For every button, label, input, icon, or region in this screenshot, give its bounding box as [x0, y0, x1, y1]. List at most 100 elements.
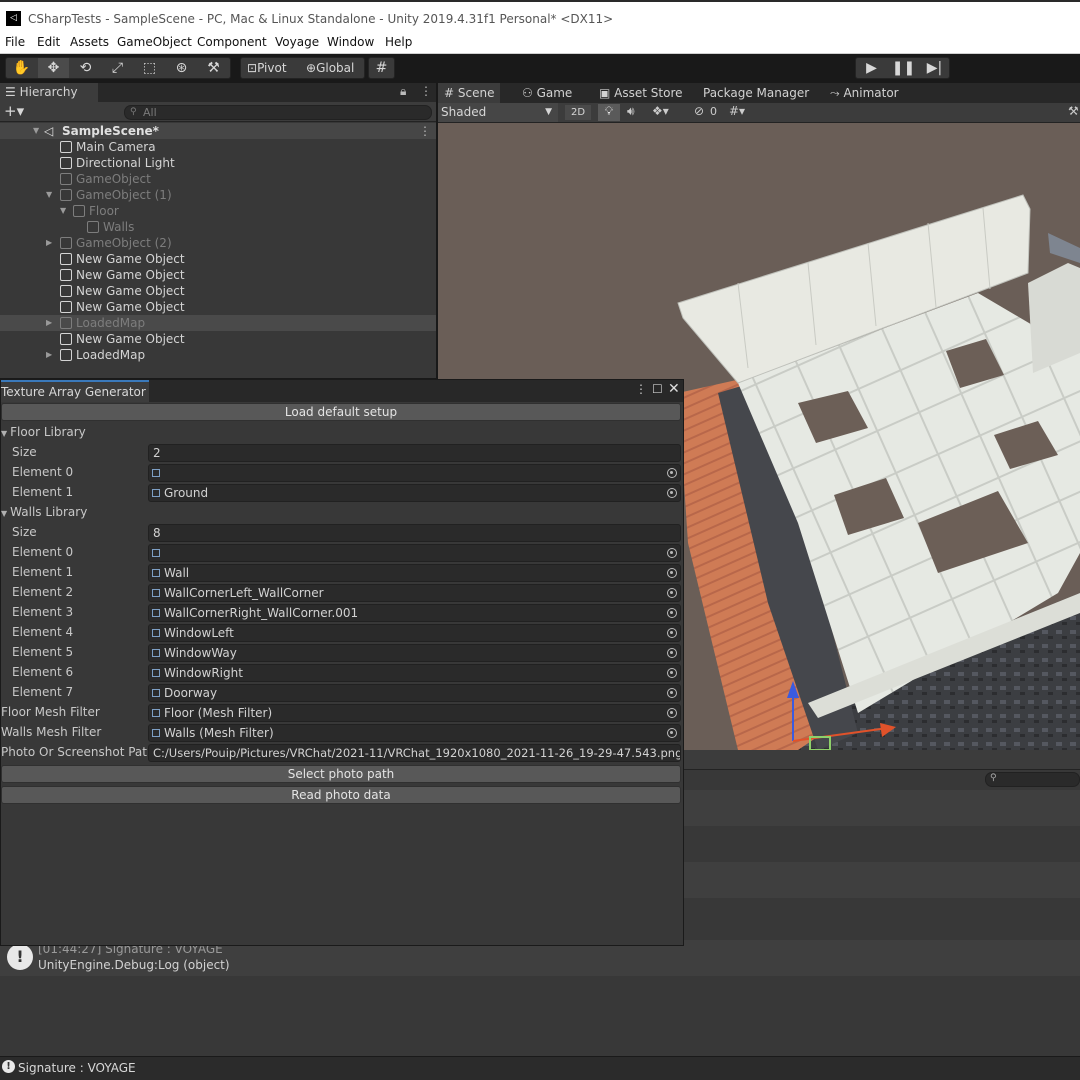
pivot-toggle[interactable]: ⊡Pivot — [247, 58, 287, 78]
play-button-icon[interactable]: ▶ — [856, 58, 887, 78]
lock-icon[interactable]: 🔒︎ — [400, 84, 406, 99]
rotate-tool-icon[interactable]: ⟲ — [70, 58, 101, 78]
hierarchy-item[interactable]: New Game Object — [0, 331, 436, 347]
more-icon[interactable]: ⋮ — [420, 84, 432, 98]
hand-tool-icon[interactable]: ✋ — [6, 58, 37, 78]
object-picker-icon[interactable] — [667, 488, 677, 498]
menu-help[interactable]: Help — [385, 35, 412, 49]
hierarchy-item[interactable]: ▼ Floor — [0, 203, 436, 219]
walls-element-field[interactable]: WindowRight — [148, 664, 681, 682]
scene-header-row[interactable]: ▼ ◁ SampleScene* ⋮ — [0, 123, 436, 139]
expand-arrow-icon[interactable]: ▼ — [60, 203, 66, 219]
transform-tool-icon[interactable]: ⊛ — [166, 58, 197, 78]
tab-package-manager[interactable]: Package Manager — [703, 83, 809, 103]
tab-game[interactable]: ⚇ Game — [522, 83, 572, 103]
object-picker-icon[interactable] — [667, 728, 677, 738]
hierarchy-item[interactable]: ▼ GameObject (1) — [0, 187, 436, 203]
walls-size-field[interactable]: 8 — [148, 524, 681, 542]
hierarchy-search-input[interactable]: ⚲ All — [124, 105, 432, 120]
object-picker-icon[interactable] — [667, 588, 677, 598]
hierarchy-item[interactable]: ▶ LoadedMap — [0, 315, 436, 331]
tab-hierarchy[interactable]: ☰ Hierarchy — [0, 83, 98, 102]
select-photo-path-button[interactable]: Select photo path — [1, 765, 681, 783]
tools-icon[interactable]: ⚒ — [1068, 104, 1079, 118]
floor-mesh-filter-field[interactable]: Floor (Mesh Filter) — [148, 704, 681, 722]
object-picker-icon[interactable] — [667, 568, 677, 578]
hierarchy-item[interactable]: Directional Light — [0, 155, 436, 171]
walls-element-field[interactable]: Wall — [148, 564, 681, 582]
menu-edit[interactable]: Edit — [37, 35, 60, 49]
object-picker-icon[interactable] — [667, 468, 677, 478]
walls-element-field[interactable] — [148, 544, 681, 562]
hierarchy-item[interactable]: New Game Object — [0, 267, 436, 283]
hierarchy-item[interactable]: New Game Object — [0, 299, 436, 315]
grid-snap-icon[interactable]: # — [369, 58, 394, 78]
console-search-input[interactable]: ⚲ — [985, 772, 1080, 787]
walls-element-field[interactable]: WallCornerRight_WallCorner.001 — [148, 604, 681, 622]
expand-arrow-icon[interactable]: ▶ — [46, 347, 52, 363]
hierarchy-item[interactable]: GameObject — [0, 171, 436, 187]
lighting-toggle-icon[interactable]: 💡︎ — [598, 104, 620, 121]
menu-file[interactable]: File — [5, 35, 25, 49]
walls-library-foldout[interactable]: ▼ Walls Library — [1, 503, 683, 523]
tab-scene[interactable]: # Scene — [438, 83, 501, 103]
photo-path-field[interactable]: C:/Users/Pouip/Pictures/VRChat/2021-11/V… — [148, 744, 681, 762]
scene-menu-icon[interactable]: ⋮ — [419, 123, 431, 139]
menu-assets[interactable]: Assets — [70, 35, 109, 49]
expand-arrow-icon[interactable]: ▶ — [46, 235, 52, 251]
move-tool-icon[interactable]: ✥ — [38, 58, 69, 78]
object-picker-icon[interactable] — [667, 648, 677, 658]
expand-arrow-icon[interactable]: ▼ — [33, 123, 39, 139]
floor-size-field[interactable]: 2 — [148, 444, 681, 462]
object-picker-icon[interactable] — [667, 668, 677, 678]
expand-arrow-icon[interactable]: ▼ — [46, 187, 52, 203]
hierarchy-item[interactable]: Walls — [0, 219, 436, 235]
maximize-icon[interactable]: ☐ — [652, 382, 663, 396]
floor-library-foldout[interactable]: ▼ Floor Library — [1, 423, 683, 443]
shading-mode-dropdown[interactable]: Shaded ▼ — [438, 103, 558, 122]
rect-tool-icon[interactable]: ⬚ — [134, 58, 165, 78]
grid-toggle-icon[interactable]: #▾ — [729, 104, 745, 118]
hierarchy-item[interactable]: Main Camera — [0, 139, 436, 155]
tab-animator[interactable]: ⤳ Animator — [830, 83, 899, 103]
menu-window[interactable]: Window — [327, 35, 374, 49]
tab-asset-store[interactable]: ▣ Asset Store — [599, 83, 683, 103]
step-button-icon[interactable]: ▶| — [919, 58, 950, 78]
scale-tool-icon[interactable]: ⤢ — [102, 58, 133, 78]
hidden-objects-icon[interactable]: ⊘ — [694, 104, 704, 118]
expand-arrow-icon[interactable]: ▶ — [46, 315, 52, 331]
walls-element-field[interactable]: WindowWay — [148, 644, 681, 662]
menu-gameobject[interactable]: GameObject — [117, 35, 192, 49]
hierarchy-item[interactable]: New Game Object — [0, 251, 436, 267]
audio-toggle-icon[interactable]: 🔊︎ — [627, 104, 635, 119]
create-dropdown-icon[interactable]: +▾ — [4, 102, 24, 120]
hierarchy-item[interactable]: ▶ LoadedMap — [0, 347, 436, 363]
close-icon[interactable]: ✕ — [668, 381, 680, 397]
tab-texture-array-generator[interactable]: Texture Array Generator — [1, 380, 149, 402]
custom-tool-icon[interactable]: ⚒ — [198, 58, 229, 78]
pause-button-icon[interactable]: ❚❚ — [888, 58, 919, 78]
load-default-setup-button[interactable]: Load default setup — [1, 403, 681, 421]
walls-element-field[interactable]: WallCornerLeft_WallCorner — [148, 584, 681, 602]
object-picker-icon[interactable] — [667, 628, 677, 638]
menu-component[interactable]: Component — [197, 35, 267, 49]
floor-element-field[interactable]: Ground — [148, 484, 681, 502]
floor-element-field[interactable] — [148, 464, 681, 482]
more-icon[interactable]: ⋮ — [635, 382, 647, 396]
walls-element-field[interactable]: Doorway — [148, 684, 681, 702]
status-message[interactable]: Signature : VOYAGE — [18, 1061, 136, 1075]
object-picker-icon[interactable] — [667, 548, 677, 558]
object-picker-icon[interactable] — [667, 688, 677, 698]
info-icon: ! — [2, 1060, 15, 1073]
walls-element-field[interactable]: WindowLeft — [148, 624, 681, 642]
menu-voyage[interactable]: Voyage — [275, 35, 319, 49]
object-picker-icon[interactable] — [667, 608, 677, 618]
hierarchy-item[interactable]: ▶ GameObject (2) — [0, 235, 436, 251]
effects-toggle-icon[interactable]: ❖▾ — [652, 104, 669, 118]
hierarchy-item[interactable]: New Game Object — [0, 283, 436, 299]
2d-toggle[interactable]: 2D — [565, 105, 591, 120]
object-picker-icon[interactable] — [667, 708, 677, 718]
walls-mesh-filter-field[interactable]: Walls (Mesh Filter) — [148, 724, 681, 742]
read-photo-data-button[interactable]: Read photo data — [1, 786, 681, 804]
global-toggle[interactable]: ⊕Global — [306, 58, 354, 78]
